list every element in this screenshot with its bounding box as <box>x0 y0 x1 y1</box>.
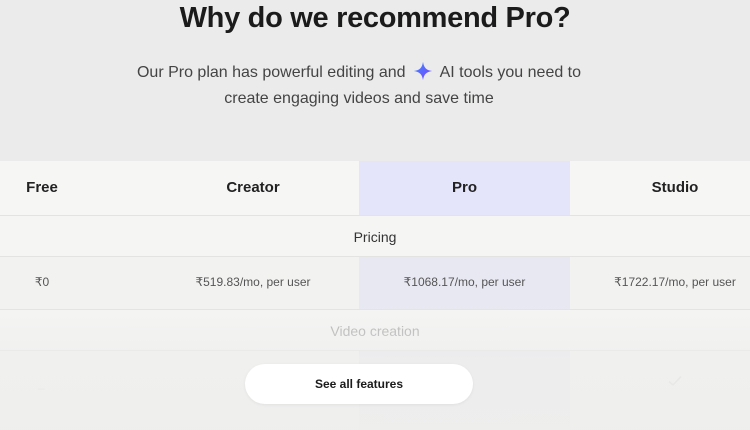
price-pro: ₹1068.17/mo, per user <box>403 275 526 289</box>
page-subtitle: Our Pro plan has powerful editing and AI… <box>0 60 718 112</box>
plan-header-creator: Creator <box>226 179 280 196</box>
sparkle-icon <box>413 61 433 81</box>
subtitle-text-part1: Our Pro plan has powerful editing and <box>136 64 406 81</box>
feature-free-value: – <box>38 381 45 395</box>
check-icon <box>668 375 682 387</box>
section-video-creation: Video creation <box>0 309 750 351</box>
plan-header-pro: Pro <box>451 179 477 196</box>
subtitle-text-line2: create engaging videos and save time <box>224 90 494 107</box>
plan-header-free: Free <box>26 179 58 196</box>
price-creator: ₹519.83/mo, per user <box>195 275 311 289</box>
price-free: ₹0 <box>34 275 50 289</box>
page-title: Why do we recommend Pro? <box>179 2 571 34</box>
see-all-features-button[interactable]: See all features <box>245 364 473 404</box>
plan-header-studio: Studio <box>651 179 699 196</box>
section-pricing: Pricing <box>0 215 750 257</box>
price-studio: ₹1722.17/mo, per user <box>614 275 736 289</box>
pricing-row: ₹0 ₹519.83/mo, per user ₹1068.17/mo, per… <box>0 257 750 309</box>
plan-header-row: Free Creator Pro Studio <box>0 161 750 215</box>
subtitle-text-part2: AI tools you need to <box>439 64 582 81</box>
hero-section: Why do we recommend Pro? Our Pro plan ha… <box>0 0 750 161</box>
